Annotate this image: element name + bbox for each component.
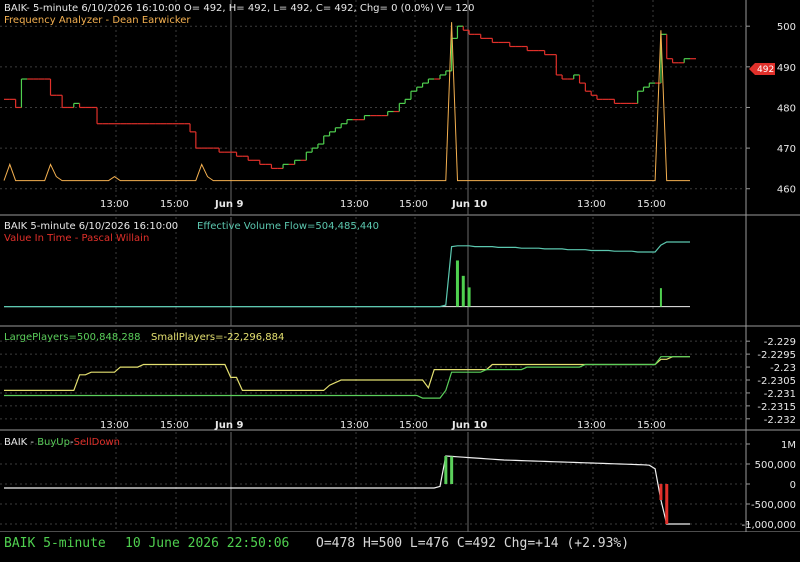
time-axis-label: Jun 9 [214,420,243,431]
buyup-axis-label: -500,000 [751,500,796,511]
time-axis-label: 15:00 [637,420,666,431]
players-axis-label: -2.2305 [757,376,796,387]
time-axis-label: 13:00 [100,420,129,431]
time-axis-label: 13:00 [577,199,606,210]
players-axis-label: -2.229 [764,337,796,348]
time-axis-label: Jun 9 [214,199,243,210]
time-axis-label: 15:00 [160,420,189,431]
price-axis-label: 470 [777,144,796,155]
price-axis-label: 500 [777,22,796,33]
selldown-bar [659,484,663,500]
buyup-label: BuyUp [37,437,70,448]
frequency-analyzer-label: Frequency Analyzer - Dean Earwicker [4,15,191,26]
time-axis-label: Jun 10 [451,420,487,431]
buyup-selldown-header: BAIK - BuyUp-SellDown [4,437,120,448]
buyup-axis-label: -1,000,000 [741,520,796,531]
status-bar: BAIK 5-minute 10 June 2026 22:50:06 O=47… [0,532,800,562]
large-players-label: LargePlayers=500,848,288 [4,332,140,343]
players-axis-label: -2.231 [764,389,796,400]
time-axis-label: 13:00 [340,199,369,210]
time-axis-label: Jun 10 [451,199,487,210]
status-symbol: BAIK 5-minute [4,536,106,551]
price-panel-header: BAIK- 5-minute 6/10/2026 16:10:00 O= 492… [4,3,475,14]
flow-spike-bar [467,287,471,307]
players-axis-label: -2.2315 [757,402,796,413]
buyup-selldown-prefix: BAIK - [4,437,37,448]
selldown-bar [665,484,669,524]
time-axis-label: 15:00 [160,199,189,210]
time-axis-label: 13:00 [100,199,129,210]
players-axis-label: -2.2295 [757,350,796,361]
chart-workspace: 13:00 15:00 Jun 9 13:00 15:00 Jun 10 13:00 15:0… [0,0,800,562]
price-axis-label: 490 [777,63,796,74]
players-axis-label: -2.23 [770,363,796,374]
flow-spike-bar [461,275,465,307]
flow-panel-header: BAIK 5-minute 6/10/2026 16:10:00 [4,221,178,232]
last-price-value: 492 [757,65,774,75]
selldown-label: SellDown [74,437,120,448]
chart-background [0,0,800,532]
buyup-axis-label: 0 [790,480,796,491]
value-in-time-label: Value In Time - Pascal Willain [4,233,149,244]
status-ohlc: O=478 H=500 L=476 C=492 Chg=+14 (+2.93%) [316,536,630,551]
price-axis-label: 460 [777,185,796,196]
time-axis-label: 15:00 [399,199,428,210]
time-axis-label: 15:00 [637,199,666,210]
buyup-bar [450,456,454,484]
buyup-axis-label: 1M [781,440,796,451]
effective-volume-flow-label: Effective Volume Flow=504,485,440 [197,221,379,232]
buyup-bar [444,456,448,484]
buyup-axis-label: 500,000 [755,460,796,471]
time-axis-label: 13:00 [577,420,606,431]
chart-canvas[interactable]: 13:00 15:00 Jun 9 13:00 15:00 Jun 10 13:00 15:0… [0,0,800,533]
price-axis-label: 480 [777,103,796,114]
players-axis-label: -2.232 [764,415,796,426]
status-datetime: 10 June 2026 22:50:06 [125,536,290,551]
time-axis-label: 13:00 [340,420,369,431]
small-players-label: SmallPlayers=-22,296,884 [151,332,284,343]
flow-spike-bar [455,260,459,307]
time-axis-label: 15:00 [399,420,428,431]
